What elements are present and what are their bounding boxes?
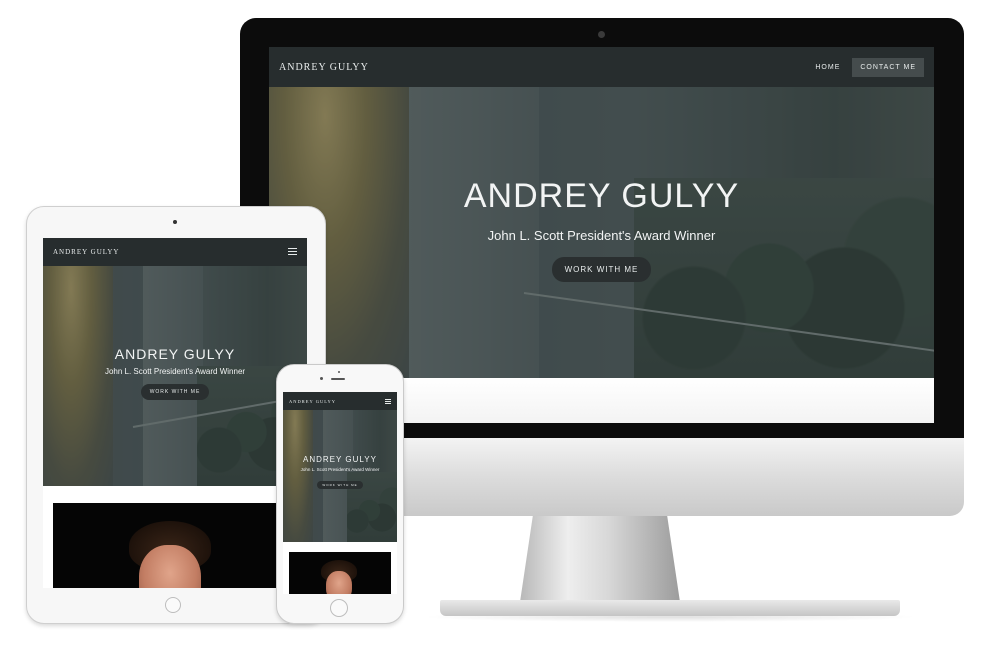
camera-icon [598, 31, 605, 38]
nav-home-link[interactable]: HOME [815, 64, 840, 71]
hamburger-menu-icon[interactable] [288, 248, 297, 255]
sensor-dot [320, 377, 323, 380]
site-brand[interactable]: ANDREY GULYY [279, 62, 369, 73]
site-brand[interactable]: ANDREY GULYY [289, 399, 336, 404]
desktop-nav: HOME CONTACT ME [815, 57, 934, 77]
phone-hero: ANDREY GULYY John L. Scott President's A… [283, 410, 397, 542]
hero-content: ANDREY GULYY John L. Scott President's A… [269, 177, 934, 282]
desktop-site-header: ANDREY GULYY HOME CONTACT ME [269, 47, 934, 87]
phone-speaker [331, 378, 345, 380]
contact-me-button[interactable]: CONTACT ME [852, 57, 924, 77]
camera-icon [338, 371, 340, 373]
hamburger-menu-icon[interactable] [385, 399, 391, 404]
phone-screen: ANDREY GULYY ANDREY GULYY John L. Scott … [283, 392, 397, 594]
desktop-hero: ANDREY GULYY John L. Scott President's A… [269, 87, 934, 378]
hero-title: ANDREY GULYY [303, 455, 377, 464]
work-with-me-button[interactable]: WORK WITH ME [551, 257, 652, 282]
work-with-me-button[interactable]: WORK WITH ME [140, 384, 210, 400]
phone-site-header: ANDREY GULYY [283, 392, 397, 410]
hero-subtitle: John L. Scott President's Award Winner [487, 228, 716, 243]
monitor-stand-base [440, 600, 900, 616]
home-button-icon [165, 597, 181, 613]
hero-title: ANDREY GULYY [114, 346, 236, 362]
portrait-photo [289, 552, 391, 594]
monitor-stand-neck [520, 516, 680, 602]
work-with-me-button[interactable]: WORK WITH ME [317, 480, 363, 489]
hero-content: ANDREY GULYY John L. Scott President's A… [43, 346, 307, 400]
hero-subtitle: John L. Scott President's Award Winner [300, 467, 380, 472]
tablet-screen: ANDREY GULYY ANDREY GULYY John L. Scott … [43, 238, 307, 588]
hero-title: ANDREY GULYY [463, 177, 740, 215]
site-brand[interactable]: ANDREY GULYY [53, 248, 119, 256]
tablet-site-header: ANDREY GULYY [43, 238, 307, 266]
tablet-hero: ANDREY GULYY John L. Scott President's A… [43, 266, 307, 486]
camera-icon [173, 220, 177, 224]
hero-content: ANDREY GULYY John L. Scott President's A… [283, 455, 397, 491]
portrait-photo [53, 503, 297, 588]
hero-subtitle: John L. Scott President's Award Winner [104, 367, 246, 376]
home-button-icon [330, 599, 348, 617]
